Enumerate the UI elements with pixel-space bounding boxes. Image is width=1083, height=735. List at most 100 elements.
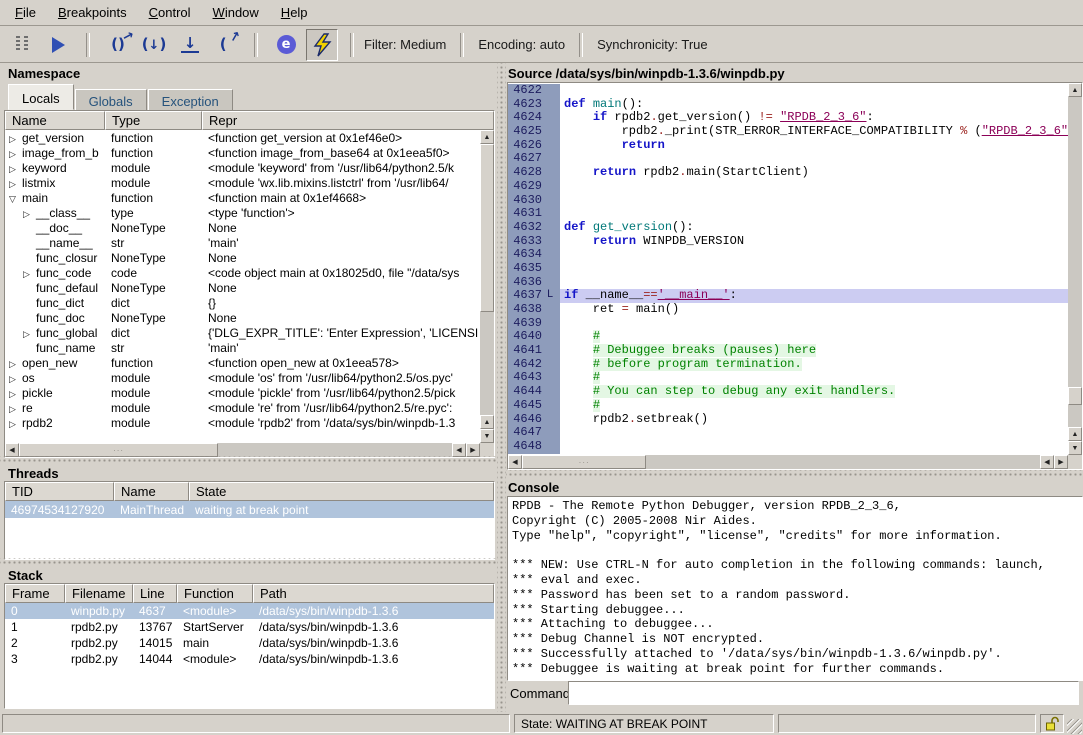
scroll-left-icon[interactable]: ◀ bbox=[5, 443, 19, 457]
source-line[interactable]: 4647 bbox=[508, 426, 1068, 440]
source-line[interactable]: 4646 rpdb2.setbreak() bbox=[508, 413, 1068, 427]
line-number-gutter[interactable]: 4647 bbox=[508, 426, 560, 440]
namespace-row[interactable]: ▷func_globaldict{'DLG_EXPR_TITLE': 'Ente… bbox=[5, 325, 480, 340]
resize-grip[interactable] bbox=[1067, 719, 1082, 734]
line-number-gutter[interactable]: 4641 bbox=[508, 344, 560, 358]
menu-item-breakpoints[interactable]: Breakpoints bbox=[47, 1, 138, 25]
namespace-row[interactable]: __doc__NoneTypeNone bbox=[5, 220, 480, 235]
namespace-row[interactable]: func_defaulNoneTypeNone bbox=[5, 280, 480, 295]
expand-icon[interactable]: ▷ bbox=[9, 179, 22, 190]
splitter-threads-stack[interactable] bbox=[0, 558, 497, 566]
line-number-gutter[interactable]: 4633 bbox=[508, 235, 560, 249]
expand-icon[interactable]: ▷ bbox=[9, 419, 22, 430]
scroll-up-icon[interactable]: ▲ bbox=[480, 130, 494, 144]
scroll-up-icon[interactable]: ▲ bbox=[1068, 427, 1082, 441]
namespace-row[interactable]: ▷get_versionfunction<function get_versio… bbox=[5, 130, 480, 145]
namespace-row[interactable]: func_closurNoneTypeNone bbox=[5, 250, 480, 265]
line-number-gutter[interactable]: 4643 bbox=[508, 371, 560, 385]
source-line[interactable]: 4633 return WINPDB_VERSION bbox=[508, 235, 1068, 249]
line-number-gutter[interactable]: 4631 bbox=[508, 207, 560, 221]
source-line[interactable]: 4634 bbox=[508, 248, 1068, 262]
source-line[interactable]: 4640 # bbox=[508, 330, 1068, 344]
column-header-state[interactable]: State bbox=[189, 482, 494, 501]
source-line[interactable]: 4636 bbox=[508, 276, 1068, 290]
source-line[interactable]: 4635 bbox=[508, 262, 1068, 276]
column-header-line[interactable]: Line bbox=[133, 584, 177, 603]
menu-item-help[interactable]: Help bbox=[270, 1, 319, 25]
expand-icon[interactable]: ▷ bbox=[23, 209, 36, 220]
collapse-icon[interactable]: ▽ bbox=[9, 194, 22, 205]
namespace-vscrollbar[interactable]: ▲ ▲ ▼ bbox=[480, 130, 494, 443]
menu-item-file[interactable]: File bbox=[4, 1, 47, 25]
scroll-right-icon[interactable]: ▶ bbox=[1054, 455, 1068, 469]
line-number-gutter[interactable]: 4627 bbox=[508, 152, 560, 166]
splitter-source-console[interactable] bbox=[506, 470, 1083, 478]
source-line[interactable]: 4626 return bbox=[508, 139, 1068, 153]
scroll-left-icon[interactable]: ◀ bbox=[508, 455, 522, 469]
expand-icon[interactable]: ▷ bbox=[9, 164, 22, 175]
namespace-row[interactable]: ▷remodule<module 're' from '/usr/lib64/p… bbox=[5, 400, 480, 415]
line-number-gutter[interactable]: 4639 bbox=[508, 317, 560, 331]
next-button[interactable]: ()→ bbox=[102, 29, 134, 61]
expand-icon[interactable]: ▷ bbox=[9, 374, 22, 385]
namespace-row[interactable]: ▷image_from_bfunction<function image_fro… bbox=[5, 145, 480, 160]
column-header-type[interactable]: Type bbox=[105, 111, 202, 130]
line-number-gutter[interactable]: 4625 bbox=[508, 125, 560, 139]
line-number-gutter[interactable]: 4632 bbox=[508, 221, 560, 235]
namespace-row[interactable]: func_namestr'main' bbox=[5, 340, 480, 355]
source-line[interactable]: 4638 ret = main() bbox=[508, 303, 1068, 317]
scroll-left-icon[interactable]: ◀ bbox=[452, 443, 466, 457]
namespace-row[interactable]: ▷__class__type<type 'function'> bbox=[5, 205, 480, 220]
namespace-row[interactable]: ▷listmixmodule<module 'wx.lib.mixins.lis… bbox=[5, 175, 480, 190]
expand-icon[interactable]: ▷ bbox=[23, 269, 36, 280]
line-number-gutter[interactable]: 4635 bbox=[508, 262, 560, 276]
splitter-namespace-threads[interactable] bbox=[0, 456, 497, 464]
stack-row[interactable]: 3rpdb2.py14044<module>/data/sys/bin/winp… bbox=[5, 651, 494, 667]
namespace-row[interactable]: __name__str'main' bbox=[5, 235, 480, 250]
source-line[interactable]: 4642 # before program termination. bbox=[508, 358, 1068, 372]
namespace-row[interactable]: func_dictdict{} bbox=[5, 295, 480, 310]
line-number-gutter[interactable]: 4622 bbox=[508, 84, 560, 98]
namespace-row[interactable]: func_docNoneTypeNone bbox=[5, 310, 480, 325]
scroll-down-icon[interactable]: ▼ bbox=[480, 429, 494, 443]
stack-row[interactable]: 2rpdb2.py14015main/data/sys/bin/winpdb-1… bbox=[5, 635, 494, 651]
column-header-tid[interactable]: TID bbox=[5, 482, 114, 501]
line-number-gutter[interactable]: 4624 bbox=[508, 111, 560, 125]
namespace-row[interactable]: ▽mainfunction<function main at 0x1ef4668… bbox=[5, 190, 480, 205]
column-header-path[interactable]: Path bbox=[253, 584, 494, 603]
source-lines[interactable]: 46224623def main():4624 if rpdb2.get_ver… bbox=[508, 84, 1068, 455]
column-header-filename[interactable]: Filename bbox=[65, 584, 133, 603]
stack-row[interactable]: 0winpdb.py4637<module>/data/sys/bin/winp… bbox=[5, 603, 494, 619]
source-line[interactable]: 4628 return rpdb2.main(StartClient) bbox=[508, 166, 1068, 180]
source-line[interactable]: 4641 # Debuggee breaks (pauses) here bbox=[508, 344, 1068, 358]
column-header-repr[interactable]: Repr bbox=[202, 111, 494, 130]
source-line[interactable]: 4627 bbox=[508, 152, 1068, 166]
scroll-down-icon[interactable]: ▼ bbox=[1068, 441, 1082, 455]
synchronicity-button[interactable] bbox=[306, 29, 338, 61]
source-line[interactable]: 4645 # bbox=[508, 399, 1068, 413]
namespace-row[interactable]: ▷open_newfunction<function open_new at 0… bbox=[5, 355, 480, 370]
break-button[interactable] bbox=[6, 29, 38, 61]
line-number-gutter[interactable]: 4629 bbox=[508, 180, 560, 194]
line-number-gutter[interactable]: 4626 bbox=[508, 139, 560, 153]
column-header-name[interactable]: Name bbox=[5, 111, 105, 130]
namespace-row[interactable]: ▷osmodule<module 'os' from '/usr/lib64/p… bbox=[5, 370, 480, 385]
scroll-left-icon[interactable]: ◀ bbox=[1040, 455, 1054, 469]
scroll-up-icon[interactable]: ▲ bbox=[480, 415, 494, 429]
expand-icon[interactable]: ▷ bbox=[9, 389, 22, 400]
line-number-gutter[interactable]: 4638 bbox=[508, 303, 560, 317]
namespace-hscrollbar[interactable]: ◀ ··· ◀ ▶ bbox=[5, 443, 480, 457]
line-number-gutter[interactable]: 4636 bbox=[508, 276, 560, 290]
source-line[interactable]: 4644 # You can step to debug any exit ha… bbox=[508, 385, 1068, 399]
source-editor[interactable]: 46224623def main():4624 if rpdb2.get_ver… bbox=[507, 82, 1083, 470]
line-number-gutter[interactable]: 4642 bbox=[508, 358, 560, 372]
go-button[interactable] bbox=[42, 29, 74, 61]
source-vscrollbar[interactable]: ▲ ▲ ▼ bbox=[1068, 83, 1082, 455]
command-input[interactable] bbox=[568, 681, 1079, 705]
scroll-up-icon[interactable]: ▲ bbox=[1068, 83, 1082, 97]
column-header-name[interactable]: Name bbox=[114, 482, 189, 501]
menu-item-window[interactable]: Window bbox=[202, 1, 270, 25]
analyze-exception-button[interactable]: e bbox=[270, 29, 302, 61]
source-line[interactable]: 4643 # bbox=[508, 371, 1068, 385]
source-hscrollbar[interactable]: ◀ ··· ◀ ▶ bbox=[508, 455, 1068, 469]
